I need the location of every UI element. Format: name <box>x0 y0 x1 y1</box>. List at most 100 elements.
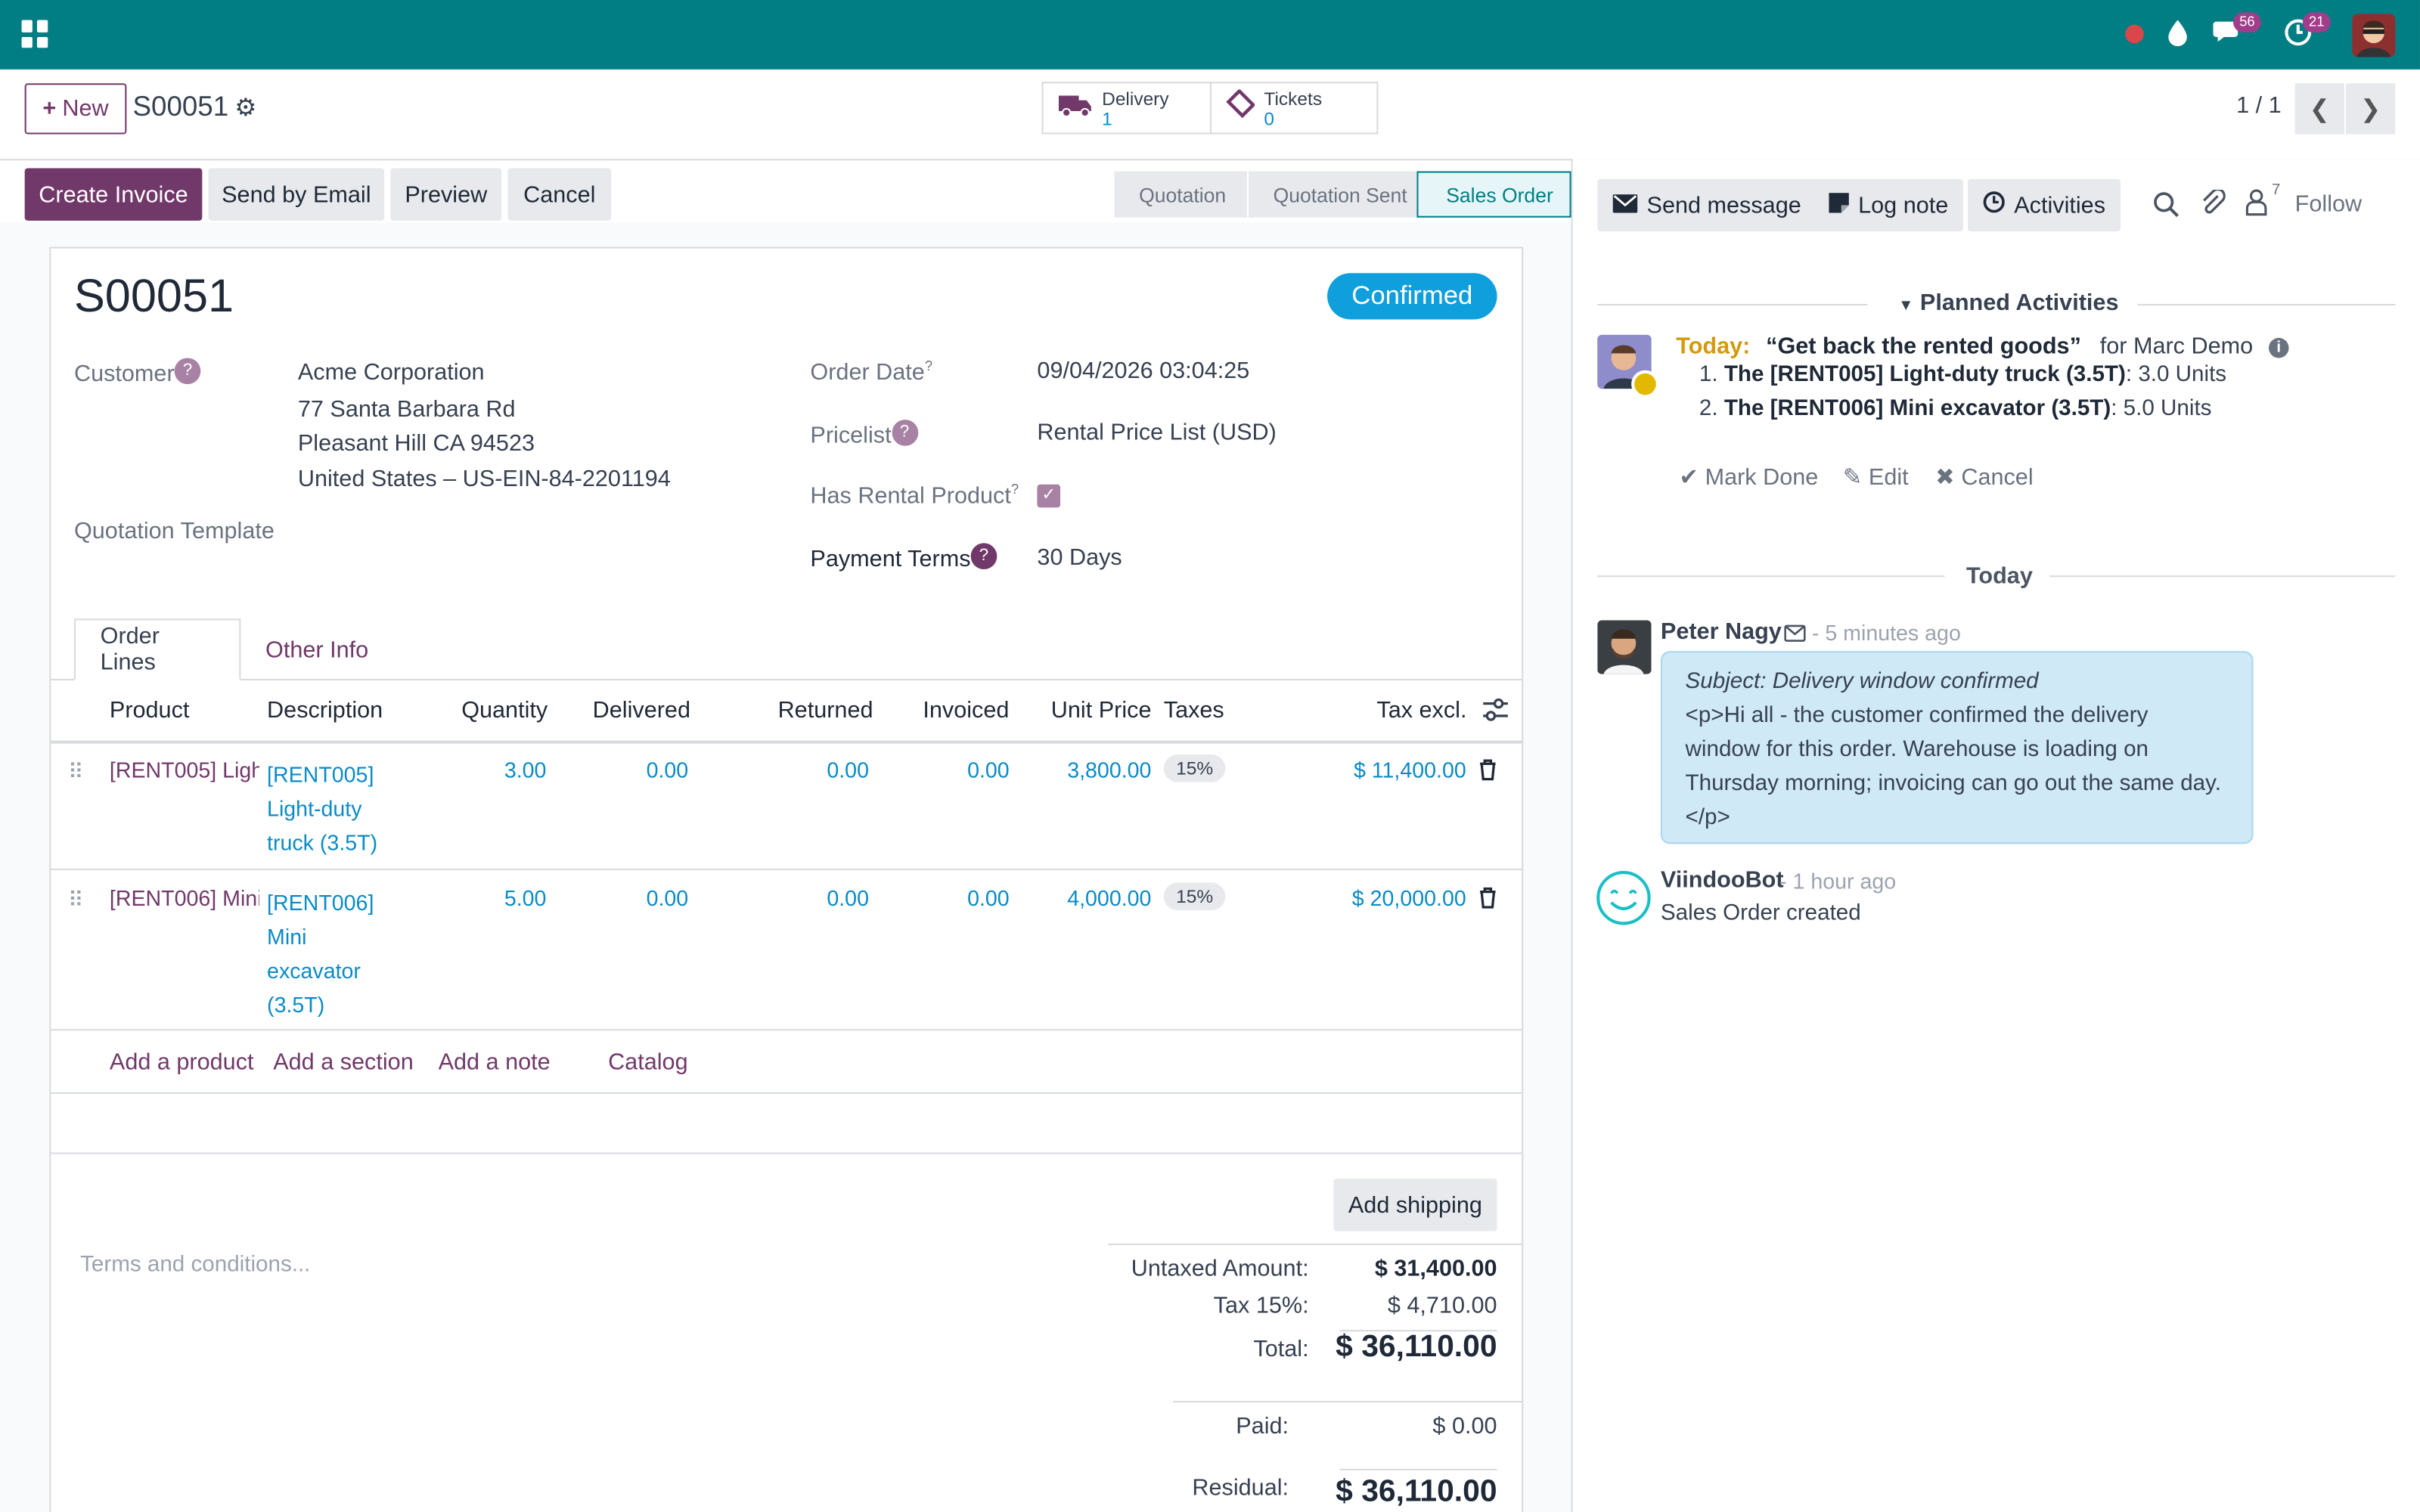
optional-columns-icon[interactable] <box>1481 697 1509 730</box>
column-delivered[interactable]: Delivered <box>593 697 690 723</box>
user-avatar[interactable] <box>2352 14 2396 57</box>
row-returned[interactable]: 0.00 <box>798 758 869 782</box>
help-icon[interactable]: ? <box>891 420 918 446</box>
payment-terms-value[interactable]: 30 Days <box>1037 544 1122 571</box>
messages-icon[interactable]: 56 <box>2213 12 2261 54</box>
row-product[interactable]: [RENT006] Mini excavator (3.5T) <box>110 885 259 910</box>
drag-handle-icon[interactable]: ⠿ <box>68 759 84 785</box>
message-author[interactable]: Peter Nagy <box>1661 618 1782 645</box>
activity-item: 2. The [RENT006] Mini excavator (3.5T): … <box>1699 396 2212 422</box>
residual-label: Residual: <box>1192 1475 1289 1501</box>
catalog-link[interactable]: Catalog <box>608 1049 688 1076</box>
planned-activities-toggle[interactable]: ▼ Planned Activities <box>1898 290 2118 317</box>
stage-quotation-sent[interactable]: Quotation Sent <box>1246 171 1417 218</box>
row-tax[interactable]: 15% <box>1163 882 1226 911</box>
total-value: $ 36,110.00 <box>1336 1330 1497 1365</box>
add-shipping-button[interactable]: Add shipping <box>1333 1179 1497 1232</box>
delivery-count: 1 <box>1102 107 1112 129</box>
trash-icon[interactable] <box>1478 887 1497 916</box>
message-subject: Subject: Delivery window confirmed <box>1685 669 2039 695</box>
customer-link[interactable]: Acme Corporation <box>298 360 485 386</box>
pager-value[interactable]: 1 / 1 <box>2236 92 2282 119</box>
row-delivered[interactable]: 0.00 <box>617 885 689 910</box>
activities-button[interactable]: Activities <box>1968 178 2121 232</box>
stage-sales-order[interactable]: Sales Order <box>1416 171 1571 218</box>
message-author[interactable]: ViindooBot <box>1661 867 1784 894</box>
add-section-link[interactable]: Add a section <box>273 1049 414 1076</box>
row-subtotal: $ 11,400.00 <box>1353 758 1466 782</box>
caret-down-icon: ▼ <box>1898 297 1914 315</box>
log-note-label: Log note <box>1858 192 1949 218</box>
tab-order-lines[interactable]: Order Lines <box>73 618 241 680</box>
help-icon[interactable]: ? <box>174 358 201 385</box>
activities-clock-icon[interactable]: 21 <box>2284 12 2331 54</box>
trash-icon[interactable] <box>1478 759 1497 789</box>
tickets-smart-button[interactable]: Tickets 0 <box>1209 82 1379 135</box>
gear-icon[interactable]: ⚙ <box>234 92 256 123</box>
row-unit-price[interactable]: 4,000.00 <box>1050 885 1151 910</box>
message-body: Sales Order created <box>1660 900 1861 926</box>
row-returned[interactable]: 0.00 <box>798 885 869 910</box>
row-description[interactable]: [RENT005] Light-duty truck (3.5T) <box>267 758 377 860</box>
log-note-button[interactable]: Log note <box>1813 178 1964 232</box>
column-returned[interactable]: Returned <box>778 697 873 723</box>
order-date-value[interactable]: 09/04/2026 03:04:25 <box>1037 358 1249 384</box>
column-description[interactable]: Description <box>267 697 383 723</box>
author-avatar[interactable] <box>1597 620 1652 674</box>
quotation-template-field[interactable] <box>298 516 761 550</box>
column-tax-excl[interactable]: Tax excl. <box>1376 697 1466 723</box>
untaxed-value: $ 31,400.00 <box>1374 1256 1497 1282</box>
create-invoice-button[interactable]: Create Invoice <box>24 168 203 221</box>
row-quantity[interactable]: 3.00 <box>463 758 547 782</box>
row-product[interactable]: [RENT005] Light-duty truck (3.5T) <box>110 758 259 782</box>
drag-handle-icon[interactable]: ⠿ <box>68 887 84 913</box>
delivery-smart-button[interactable]: Delivery 1 <box>1041 82 1212 135</box>
new-button[interactable]: + New <box>24 83 127 135</box>
followers-icon[interactable] <box>2245 188 2267 224</box>
rental-label: Has Rental Product? <box>810 481 1019 510</box>
search-icon[interactable] <box>2153 191 2180 225</box>
edit-activity-button[interactable]: ✎ Edit <box>1843 463 1909 491</box>
column-taxes[interactable]: Taxes <box>1164 697 1224 723</box>
tab-other-info[interactable]: Other Info <box>240 618 392 680</box>
untaxed-label: Untaxed Amount: <box>1131 1256 1309 1282</box>
row-quantity[interactable]: 5.00 <box>463 885 547 910</box>
apps-menu-icon[interactable] <box>21 20 50 48</box>
delivery-label: Delivery <box>1102 87 1169 109</box>
add-note-link[interactable]: Add a note <box>439 1049 551 1076</box>
planned-divider-left <box>1597 304 1868 306</box>
pager-next-button[interactable]: ❯ <box>2346 83 2396 135</box>
add-product-link[interactable]: Add a product <box>110 1049 254 1076</box>
row-unit-price[interactable]: 3,800.00 <box>1050 758 1151 782</box>
row-tax[interactable]: 15% <box>1163 754 1226 782</box>
column-invoiced[interactable]: Invoiced <box>923 697 1009 723</box>
terms-input[interactable]: Terms and conditions... <box>80 1253 310 1278</box>
send-by-email-button[interactable]: Send by Email <box>208 168 385 221</box>
column-quantity[interactable]: Quantity <box>461 697 548 723</box>
info-icon[interactable]: i <box>2268 337 2289 358</box>
preview-button[interactable]: Preview <box>390 168 502 221</box>
activity-header: Today: “Get back the rented goods” for M… <box>1676 333 2289 360</box>
cancel-button[interactable]: Cancel <box>507 168 612 221</box>
cancel-activity-button[interactable]: ✖ Cancel <box>1935 463 2033 491</box>
mark-done-button[interactable]: ✔ Mark Done <box>1679 463 1818 491</box>
drop-icon[interactable] <box>2167 18 2189 54</box>
help-icon[interactable]: ? <box>970 543 997 570</box>
follow-button[interactable]: Follow <box>2295 191 2362 218</box>
row-invoiced[interactable]: 0.00 <box>939 885 1010 910</box>
row-delivered[interactable]: 0.00 <box>617 758 689 782</box>
record-title: S00051 <box>73 271 234 323</box>
today-divider-left <box>1597 575 1945 578</box>
column-product[interactable]: Product <box>110 697 190 723</box>
row-description[interactable]: [RENT006] Mini excavator (3.5T) <box>267 885 374 1021</box>
paperclip-icon[interactable] <box>2201 187 2226 225</box>
rental-checkbox[interactable]: ✓ <box>1037 484 1061 508</box>
record-dot-icon[interactable] <box>2125 24 2144 44</box>
column-unit-price[interactable]: Unit Price <box>1051 697 1152 723</box>
pricelist-value[interactable]: Rental Price List (USD) <box>1037 420 1276 446</box>
row-invoiced[interactable]: 0.00 <box>939 758 1010 782</box>
send-message-button[interactable]: Send message <box>1597 178 1817 232</box>
stage-quotation[interactable]: Quotation <box>1114 171 1254 218</box>
pager-previous-button[interactable]: ❮ <box>2294 83 2344 135</box>
tickets-count: 0 <box>1264 107 1275 129</box>
